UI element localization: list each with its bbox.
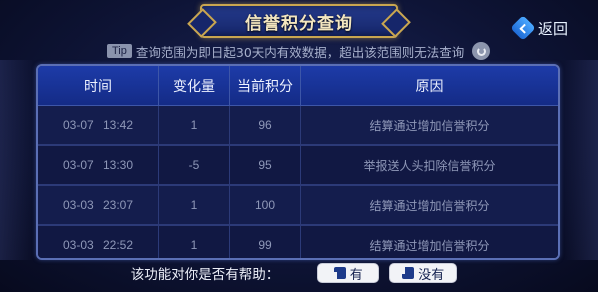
cell-change: 1 bbox=[159, 186, 230, 224]
header-reason: 原因 bbox=[415, 78, 444, 95]
back-button-label: 返回 bbox=[538, 19, 569, 38]
table-header: 时间 变化量 当前积分 原因 bbox=[38, 66, 558, 106]
cell-score: 95 bbox=[230, 146, 301, 184]
header-score: 当前积分 bbox=[230, 66, 301, 105]
cell-score: 99 bbox=[230, 226, 301, 258]
cell-change: 1 bbox=[159, 106, 230, 144]
feedback-question: 该功能对你是否有帮助： bbox=[130, 267, 280, 283]
background-decoration-right bbox=[564, 60, 598, 260]
cell-score: 96 bbox=[230, 106, 301, 144]
cell-change: 1 bbox=[159, 226, 230, 258]
back-arrow-icon bbox=[510, 15, 536, 41]
thumbs-up-icon bbox=[333, 267, 346, 279]
cell-time: 03-03 22:52 bbox=[38, 226, 159, 258]
cell-reason: 结算通过增加信誉积分 bbox=[369, 238, 490, 253]
cell-time: 03-07 13:42 bbox=[38, 106, 159, 144]
table-row: 03-07 13:30 -5 95 举报送人头扣除信誉积分 bbox=[38, 146, 558, 186]
background-decoration-left bbox=[0, 60, 34, 260]
table-row: 03-07 13:42 1 96 结算通过增加信誉积分 bbox=[38, 106, 558, 146]
feedback-no-label: 没有 bbox=[418, 267, 445, 283]
page-title: 信誉积分查询 bbox=[245, 13, 353, 34]
feedback-yes-button[interactable]: 有 bbox=[317, 263, 380, 283]
cell-score: 100 bbox=[230, 186, 301, 224]
table-body[interactable]: 03-07 13:42 1 96 结算通过增加信誉积分 03-07 13:30 … bbox=[38, 106, 558, 258]
cell-reason: 举报送人头扣除信誉积分 bbox=[363, 158, 496, 173]
header-time: 时间 bbox=[38, 66, 159, 105]
feedback-no-button[interactable]: 没有 bbox=[389, 263, 458, 283]
cell-reason: 结算通过增加信誉积分 bbox=[369, 198, 490, 213]
score-table: 时间 变化量 当前积分 原因 03-07 13:42 1 96 结算通过增加信誉… bbox=[36, 64, 560, 260]
refresh-icon[interactable] bbox=[472, 42, 491, 60]
feedback-bar: 该功能对你是否有帮助： 有 没有 bbox=[0, 262, 598, 284]
tip-badge: Tip bbox=[107, 44, 132, 58]
tip-row: Tip 查询范围为即日起30天内有效数据，超出该范围则无法查询 bbox=[107, 42, 491, 60]
feedback-yes-label: 有 bbox=[349, 267, 363, 283]
table-row: 03-03 22:52 1 99 结算通过增加信誉积分 bbox=[38, 226, 558, 258]
table-row: 03-03 23:07 1 100 结算通过增加信誉积分 bbox=[38, 186, 558, 226]
header-change: 变化量 bbox=[159, 66, 230, 105]
cell-time: 03-03 23:07 bbox=[38, 186, 159, 224]
tip-text: 查询范围为即日起30天内有效数据，超出该范围则无法查询 bbox=[135, 44, 465, 60]
cell-reason: 结算通过增加信誉积分 bbox=[369, 118, 490, 133]
cell-time: 03-07 13:30 bbox=[38, 146, 159, 184]
back-button[interactable]: 返回 bbox=[510, 15, 574, 41]
title-banner: 信誉积分查询 bbox=[200, 4, 398, 38]
cell-change: -5 bbox=[159, 146, 230, 184]
thumbs-down-icon bbox=[402, 267, 415, 279]
